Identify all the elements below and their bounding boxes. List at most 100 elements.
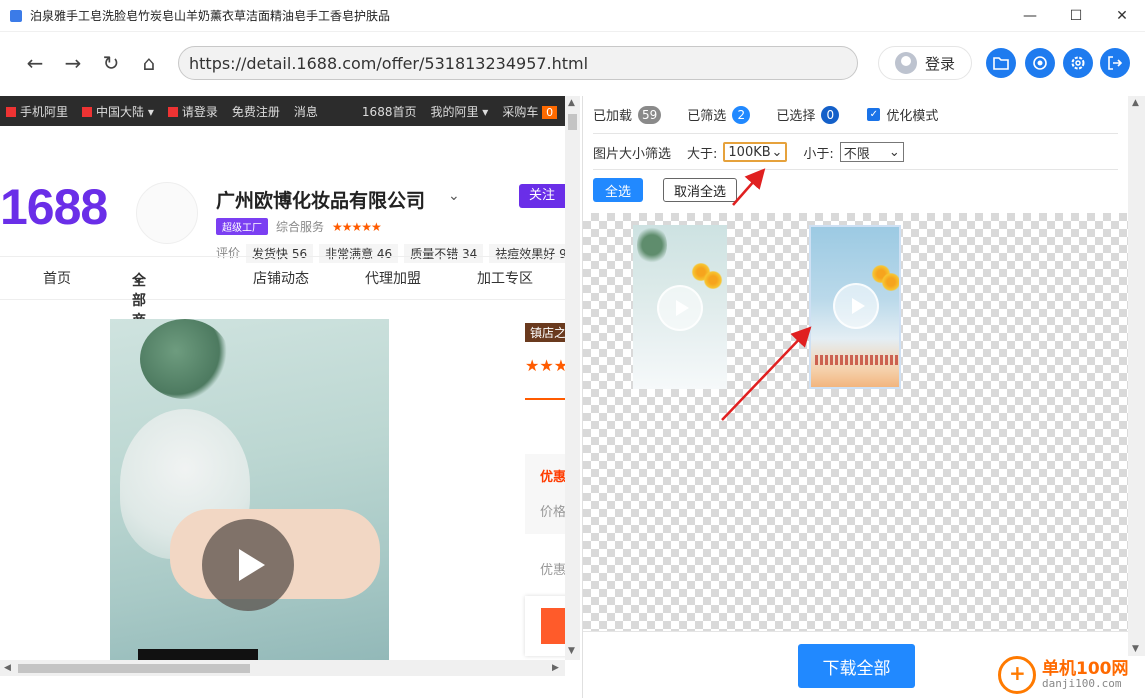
scroll-right-icon[interactable]: ▶	[552, 663, 559, 673]
window-title: 泊泉雅手工皂洗脸皂竹炭皂山羊奶薰衣草洁面精油皂手工香皂护肤品	[30, 9, 391, 23]
reload-button[interactable]: ↻	[92, 44, 130, 82]
phone-icon	[6, 107, 16, 117]
optimize-label[interactable]: 优化模式	[886, 105, 938, 124]
size-filter-row: 图片大小筛选 大于: 100KB ⌄ 小于: 不限 ⌄	[593, 142, 904, 162]
exit-icon[interactable]	[1100, 48, 1130, 78]
scroll-up-icon[interactable]: ▲	[1132, 98, 1139, 108]
close-button[interactable]: ✕	[1099, 0, 1145, 32]
greater-label: 大于:	[687, 146, 718, 162]
max-size-select[interactable]: 不限 ⌄	[839, 142, 904, 162]
divider	[593, 133, 1118, 134]
region-selector[interactable]: 中国大陆 ▾	[82, 103, 154, 120]
forward-button[interactable]: →	[54, 44, 92, 82]
messages-link[interactable]: 消息	[294, 103, 318, 120]
scroll-up-icon[interactable]: ▲	[568, 98, 575, 108]
panel-vertical-scrollbar[interactable]: ▲ ▼	[1128, 96, 1145, 656]
selected-label: 已选择	[776, 109, 816, 124]
scroll-thumb[interactable]	[568, 114, 577, 130]
watermark: 单机100网 danji100.com	[998, 656, 1129, 694]
shop-header: 1688 广州欧博化妆品有限公司 ⌄ 关注 超级工厂 综合服务 ★★★★★ 评价…	[0, 126, 580, 263]
plant-decoration	[140, 319, 230, 399]
star-rating: ★★★★★	[332, 219, 382, 234]
size-filter-label: 图片大小筛选	[593, 146, 672, 162]
service-label: 综合服务	[276, 220, 325, 234]
minimize-button[interactable]: —	[1007, 0, 1053, 32]
chevron-down-icon[interactable]: ⌄	[448, 188, 460, 204]
scroll-down-icon[interactable]: ▼	[568, 646, 575, 656]
flower-decoration	[703, 271, 723, 289]
loaded-count: 59	[638, 105, 662, 124]
shop-nav-news[interactable]: 店铺动态	[253, 268, 309, 288]
promo-title: 优惠	[540, 470, 567, 485]
filtered-count: 2	[732, 105, 751, 124]
user-icon	[167, 107, 178, 117]
price-label: 价格	[540, 505, 567, 520]
shop-nav-home[interactable]: 首页	[43, 268, 71, 288]
image-grid[interactable]	[583, 213, 1128, 631]
cart-link[interactable]: 采购车 0	[502, 103, 558, 120]
shop-badges: 超级工厂 综合服务 ★★★★★	[216, 218, 382, 235]
home-link[interactable]: 1688首页	[362, 103, 417, 120]
settings-icon[interactable]	[1063, 48, 1093, 78]
watermark-url: danji100.com	[1042, 677, 1122, 691]
optimize-checkbox[interactable]: ✓	[867, 108, 881, 121]
play-icon	[239, 549, 265, 581]
site-top-strip: 手机阿里 中国大陆 ▾ 请登录 免费注册 消息 1688首页 我的阿里 ▾ 采购…	[0, 96, 580, 126]
less-label: 小于:	[803, 146, 834, 162]
selection-buttons: 全选 取消全选	[593, 178, 737, 202]
login-link[interactable]: 请登录	[167, 103, 218, 120]
shop-name[interactable]: 广州欧博化妆品有限公司	[216, 186, 425, 213]
watermark-text: 单机100网	[1042, 658, 1129, 679]
help-icon[interactable]	[1025, 48, 1055, 78]
shop-nav-processing[interactable]: 加工专区	[477, 268, 533, 288]
maximize-button[interactable]: ☐	[1053, 0, 1099, 32]
user-avatar-icon	[894, 52, 917, 74]
play-icon[interactable]	[833, 283, 879, 329]
image-thumbnail[interactable]	[633, 225, 727, 389]
register-link[interactable]: 免费注册	[232, 103, 280, 120]
leaf-decoration	[637, 225, 667, 265]
webview-horizontal-scrollbar[interactable]: ◀ ▶	[0, 660, 565, 676]
url-input[interactable]: https://detail.1688.com/offer/5318132349…	[178, 46, 858, 80]
divider	[593, 169, 1118, 170]
min-size-select[interactable]: 100KB ⌄	[723, 142, 788, 162]
shop-nav-agency[interactable]: 代理加盟	[365, 268, 421, 288]
mobile-ali-link[interactable]: 手机阿里	[6, 103, 68, 120]
login-button[interactable]: 登录	[878, 46, 972, 80]
play-button[interactable]	[202, 519, 294, 611]
divider	[525, 398, 565, 400]
shop-nav: 首页 全部商品 ⌄ 店铺动态 代理加盟 加工专区	[0, 256, 580, 349]
selected-count: 0	[821, 105, 840, 124]
shop-avatar	[136, 182, 198, 244]
play-icon[interactable]	[657, 285, 703, 331]
web-page-view[interactable]: 手机阿里 中国大陆 ▾ 请登录 免费注册 消息 1688首页 我的阿里 ▾ 采购…	[0, 96, 580, 676]
home-button[interactable]: ⌂	[130, 44, 168, 82]
image-panel: 已加载 59 已筛选 2 已选择 0 ✓ 优化模式 图片大小筛选 大于: 100…	[582, 96, 1128, 698]
scroll-thumb[interactable]	[18, 664, 250, 673]
app-icon	[10, 9, 22, 22]
filtered-label: 已筛选	[687, 109, 727, 124]
thumbnail-caption	[815, 355, 899, 365]
loaded-label: 已加载	[593, 109, 633, 124]
promo-label: 优惠	[540, 563, 567, 578]
select-all-button[interactable]: 全选	[593, 178, 643, 202]
super-factory-badge: 超级工厂	[216, 218, 268, 235]
webview-vertical-scrollbar[interactable]: ▲ ▼	[565, 96, 580, 660]
title-bar: 泊泉雅手工皂洗脸皂竹炭皂山羊奶薰衣草洁面精油皂手工香皂护肤品 — ☐ ✕	[0, 0, 1145, 32]
flag-icon	[82, 107, 93, 117]
product-video[interactable]	[110, 319, 389, 676]
folder-icon[interactable]	[986, 48, 1016, 78]
deselect-all-button[interactable]: 取消全选	[663, 178, 737, 202]
download-all-button[interactable]: 下载全部	[798, 644, 915, 688]
scroll-down-icon[interactable]: ▼	[1132, 644, 1139, 654]
back-button[interactable]: ←	[16, 44, 54, 82]
image-thumbnail[interactable]	[809, 225, 901, 389]
shop-nav-all-products[interactable]: 全部商品 ⌄	[132, 270, 146, 349]
my-ali-link[interactable]: 我的阿里 ▾	[430, 103, 488, 120]
login-label: 登录	[924, 54, 955, 73]
window-controls: — ☐ ✕	[1007, 0, 1145, 32]
stats-row: 已加载 59 已筛选 2 已选择 0 ✓ 优化模式	[593, 105, 938, 124]
scroll-left-icon[interactable]: ◀	[4, 663, 11, 673]
cart-count: 0	[542, 105, 558, 119]
site-logo[interactable]: 1688	[0, 178, 108, 236]
